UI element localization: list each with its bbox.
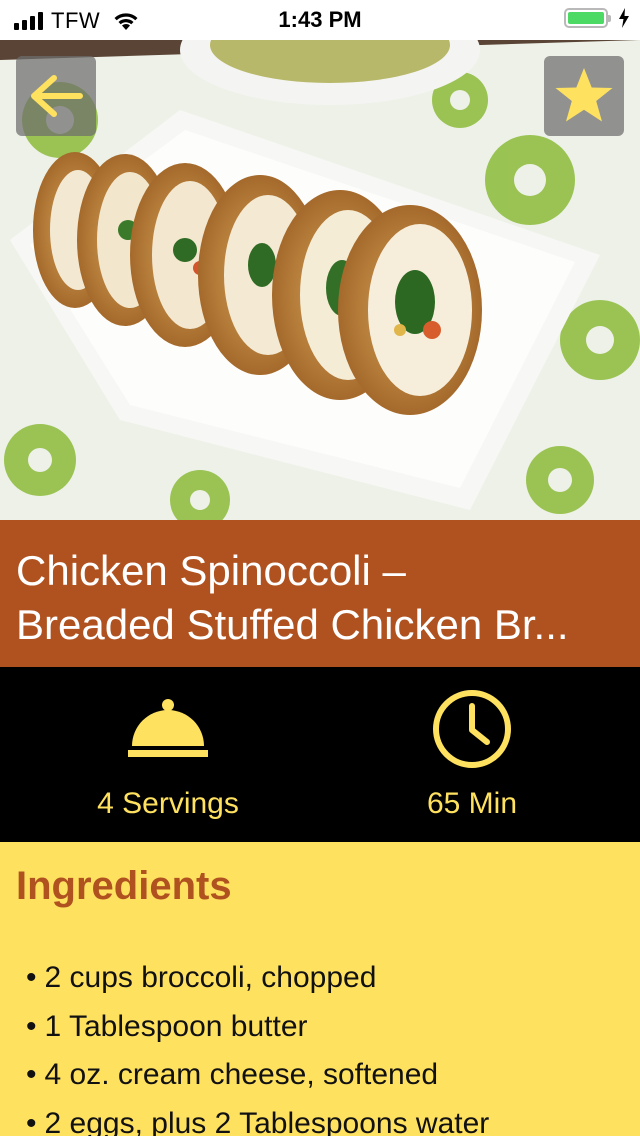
back-button[interactable]	[16, 56, 96, 136]
battery-level	[568, 12, 604, 24]
status-bar: TFW 1:43 PM	[0, 0, 640, 40]
servings-label: 4 Servings	[97, 787, 239, 820]
servings-info: 4 Servings	[8, 689, 328, 821]
list-item: • 4 oz. cream cheese, softened	[26, 1058, 439, 1091]
ingredients-list: • 2 cups broccoli, chopped • 1 Tablespoon …	[26, 956, 489, 1136]
charging-bolt-icon	[619, 8, 629, 28]
recipe-title-band: Chicken Spinoccoli – Breaded Stuffed Chi…	[0, 520, 640, 667]
favorite-button[interactable]	[544, 56, 624, 136]
status-time: 1:43 PM	[278, 7, 362, 32]
recipe-title-line-1: Chicken Spinoccoli –	[16, 547, 406, 594]
recipe-title-line-2: Breaded Stuffed Chicken Br...	[16, 601, 569, 648]
list-item: • 2 cups broccoli, chopped	[26, 961, 377, 994]
list-item: • 2 eggs, plus 2 Tablespoons water	[26, 1102, 489, 1136]
battery-icon	[564, 8, 611, 28]
recipe-title: Chicken Spinoccoli – Breaded Stuffed Chi…	[16, 544, 624, 652]
time-label: 65 Min	[426, 787, 518, 820]
ingredient-text: 1 Tablespoon butter	[44, 1009, 308, 1043]
arrow-left-icon	[31, 75, 83, 117]
time-info: 65 Min	[312, 689, 632, 821]
list-item: • 1 Tablespoon butter	[26, 1009, 308, 1043]
recipe-info-band: 4 Servings 65 Min	[0, 667, 640, 842]
star-icon	[555, 68, 613, 122]
ingredients-heading: Ingredients	[16, 864, 232, 908]
ingredient-text: 2 cups broccoli, chopped	[44, 961, 377, 994]
ingredients-section: Ingredients • 2 cups broccoli, chopped • 1…	[0, 842, 640, 1136]
ingredient-text: 2 eggs, plus 2 Tablespoons water	[44, 1106, 490, 1136]
cloche-icon	[128, 699, 208, 757]
ingredient-text: 4 oz. cream cheese, softened	[44, 1058, 439, 1091]
status-right	[564, 8, 630, 28]
clock-icon	[433, 690, 511, 768]
recipe-hero-image	[0, 40, 640, 520]
